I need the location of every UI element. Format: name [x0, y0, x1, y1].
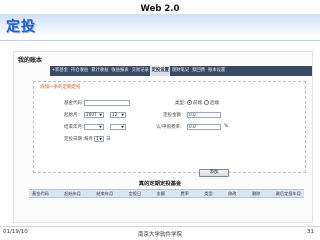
type-front-radio[interactable] — [187, 100, 192, 105]
rate-unit: % — [224, 124, 229, 129]
nav-item-cumulative[interactable]: 累计收益 — [90, 66, 110, 76]
footer-page-number: 31 — [307, 229, 314, 235]
type-back-label: 后端 — [210, 101, 219, 106]
form-legend: 添加一条的定期定投 — [40, 84, 81, 90]
nav-item-auto-invest[interactable]: 定投设置 — [150, 66, 171, 76]
chevron-down-icon: ▼ — [121, 113, 124, 117]
col-start-date: 起始年月 — [64, 190, 81, 196]
amount-label: 定投金额： — [163, 113, 186, 118]
col-edit: 修改 — [228, 190, 237, 196]
end-year-select[interactable]: ▼ — [84, 124, 104, 130]
col-type: 类型 — [204, 190, 213, 196]
chevron-down-icon: ▼ — [121, 125, 124, 129]
table-header: 基金代码 起始年月 结束年月 定投日 金额 费率 类型 修改 删除 最后定投年月 — [29, 189, 304, 198]
nav-item-ledger-settings[interactable]: 账本设置 — [207, 66, 227, 76]
nav-item-redemption-fee[interactable]: 赎回费 — [191, 66, 207, 76]
amount-input[interactable]: 0.0 — [187, 112, 221, 118]
chevron-down-icon: ▼ — [99, 113, 102, 117]
rate-input[interactable]: 0.0 — [187, 124, 221, 130]
chevron-down-icon: ▼ — [99, 137, 102, 141]
slide-top-title: Web 2.0 — [140, 4, 180, 14]
start-date-label: 起始月： — [64, 113, 82, 118]
nav-item-transactions[interactable]: 交易记录 — [130, 66, 150, 76]
rate-label: 认/申购费率： — [156, 125, 185, 130]
add-button[interactable]: 添加 — [199, 169, 229, 177]
col-fund-code: 基金代码 — [32, 190, 49, 196]
table-title: 真的定期定投基金 — [138, 181, 182, 187]
start-year-value: 2007 — [86, 112, 97, 117]
col-delete: 删除 — [251, 190, 261, 196]
nav-item-new-fund[interactable]: +新基金 — [50, 66, 70, 76]
invest-date-prefix: 每月 — [84, 137, 93, 142]
chevron-down-icon: ▼ — [99, 125, 102, 129]
start-year-select[interactable]: 2007 ▼ — [84, 112, 104, 118]
slide-heading: 定投 — [6, 19, 36, 35]
account-nav: +新基金 持仓收益 累计收益 收益报表 交易记录 定投设置 理财笔记 赎回费 账… — [50, 66, 312, 76]
nav-item-notes[interactable]: 理财笔记 — [170, 66, 190, 76]
invest-day-value: 1 — [96, 136, 99, 141]
nav-item-report[interactable]: 收益报表 — [110, 66, 130, 76]
start-month-select[interactable]: 12 ▼ — [110, 112, 126, 118]
start-month-value: 12 — [112, 112, 118, 117]
invest-day-select[interactable]: 1 ▼ — [94, 136, 104, 142]
col-amount: 金额 — [156, 190, 166, 196]
col-end-date: 结束年月 — [96, 190, 114, 196]
invest-date-suffix: 日 — [106, 137, 111, 142]
type-back-radio[interactable] — [204, 100, 209, 105]
slide: Web 2.0 定投 我的账本 +新基金 持仓收益 累计收益 收益报表 交易记录… — [0, 0, 320, 240]
nav-item-holdings[interactable]: 持仓收益 — [70, 66, 90, 76]
header-divider — [0, 40, 320, 41]
col-invest-day: 定投日 — [128, 190, 142, 196]
account-title: 我的账本 — [18, 57, 43, 64]
fund-code-input[interactable] — [84, 100, 130, 106]
end-month-select[interactable]: ▼ — [110, 124, 126, 130]
footer-divider — [0, 226, 320, 227]
col-last-invest: 最后定投年月 — [275, 190, 301, 196]
type-front-label: 前端 — [193, 101, 202, 106]
footer-institution: 南京大学软件学院 — [137, 232, 182, 238]
col-rate: 费率 — [180, 190, 189, 196]
slide-header-band — [0, 14, 320, 36]
